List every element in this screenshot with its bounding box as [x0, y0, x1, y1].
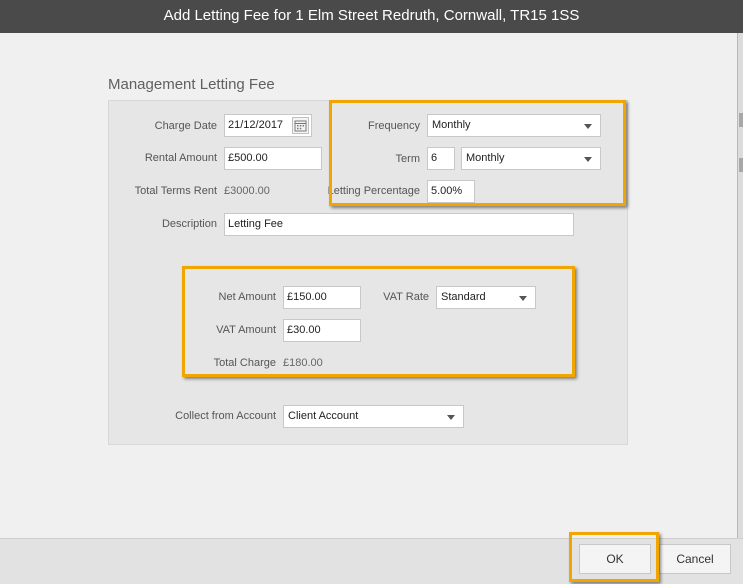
calendar-icon[interactable] — [292, 117, 309, 134]
description-label: Description — [161, 218, 217, 230]
rental-amount-input[interactable]: £500.00 — [224, 147, 322, 170]
highlight-box-ok — [569, 532, 659, 582]
charge-date-label: Charge Date — [154, 120, 217, 132]
charge-date-value: 21/12/2017 — [228, 119, 284, 131]
side-scrollbar[interactable] — [737, 33, 743, 538]
highlight-box-amounts — [182, 266, 575, 377]
dialog-title: Add Letting Fee for 1 Elm Street Redruth… — [0, 0, 743, 33]
chevron-down-icon — [447, 415, 455, 420]
scrollbar-knob[interactable] — [739, 158, 743, 172]
description-input[interactable]: Letting Fee — [224, 213, 574, 236]
collect-from-label: Collect from Account — [175, 410, 276, 422]
charge-date-field[interactable]: 21/12/2017 — [224, 114, 312, 137]
rental-amount-label: Rental Amount — [144, 152, 217, 164]
letting-fee-dialog: Add Letting Fee for 1 Elm Street Redruth… — [0, 0, 743, 584]
total-terms-rent-value: £3000.00 — [224, 185, 270, 197]
total-terms-rent-label: Total Terms Rent — [134, 185, 217, 197]
scrollbar-knob[interactable] — [739, 113, 743, 127]
highlight-box-frequency-term — [329, 100, 626, 206]
section-title: Management Letting Fee — [108, 76, 275, 93]
collect-from-value: Client Account — [288, 410, 359, 422]
cancel-button[interactable]: Cancel — [659, 544, 731, 574]
collect-from-select[interactable]: Client Account — [283, 405, 464, 428]
